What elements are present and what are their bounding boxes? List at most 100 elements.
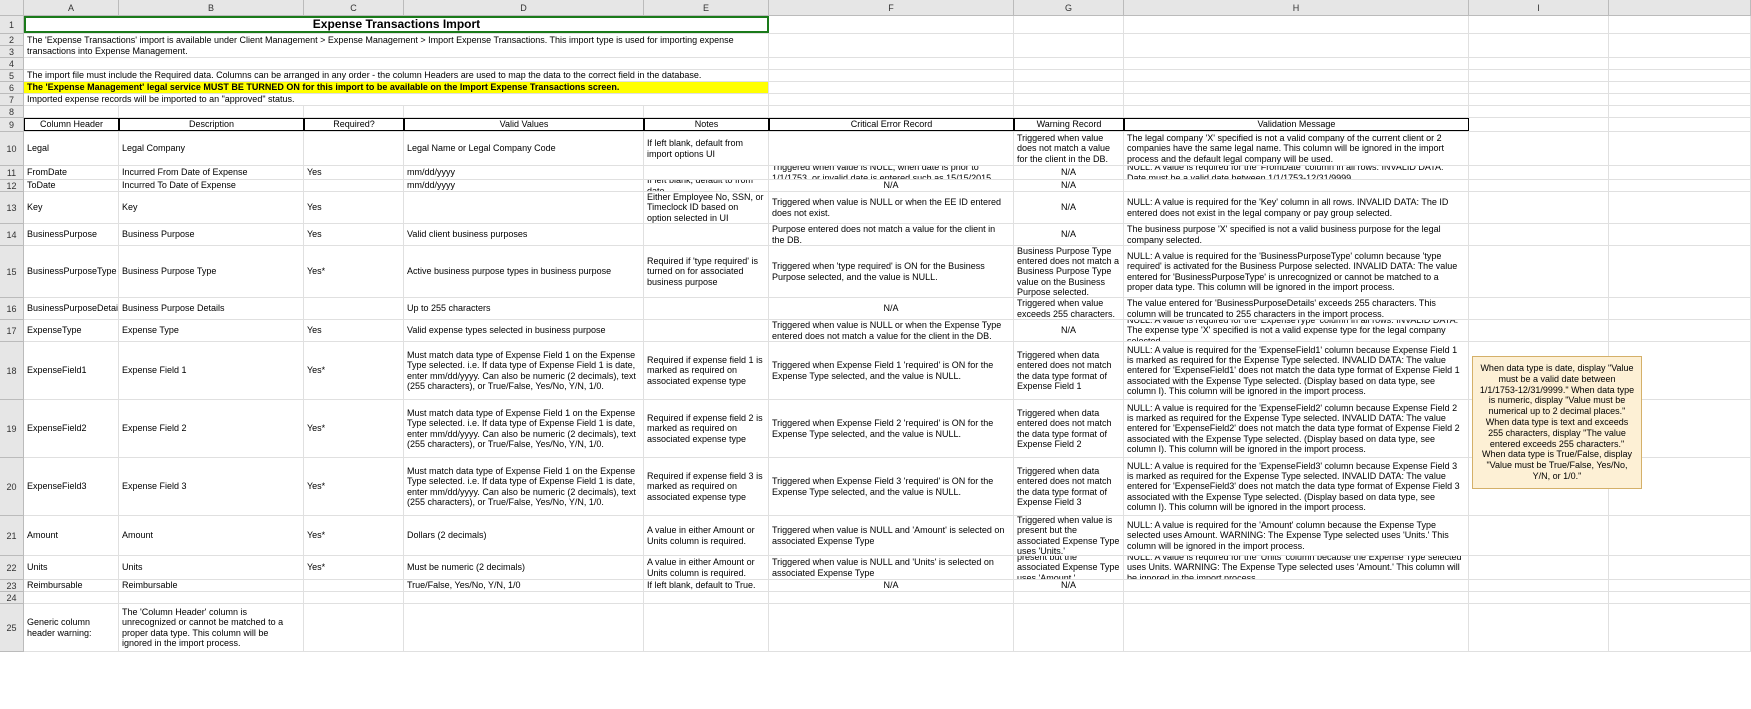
cell-H[interactable]: NULL: A value is required for the 'Expen… (1124, 342, 1469, 399)
cell[interactable] (1124, 82, 1469, 93)
cell-B[interactable]: Expense Field 1 (119, 342, 304, 399)
cell-F[interactable]: Triggered when Expense Field 1 'required… (769, 342, 1014, 399)
cell-E[interactable]: A value in either Amount or Units column… (644, 516, 769, 555)
cell[interactable] (119, 106, 304, 117)
cell-A[interactable] (24, 592, 119, 603)
title-cell[interactable]: Expense Transactions Import (24, 16, 769, 33)
cell[interactable] (1014, 34, 1124, 57)
cell[interactable] (1609, 34, 1751, 57)
cell-C[interactable]: Yes (304, 320, 404, 341)
cell-D[interactable] (404, 592, 644, 603)
cell-A[interactable]: BusinessPurposeType (24, 246, 119, 297)
cell-C[interactable]: Yes (304, 192, 404, 223)
cell[interactable] (769, 106, 1014, 117)
cell-D[interactable]: Legal Name or Legal Company Code (404, 132, 644, 165)
cell[interactable] (1469, 16, 1609, 33)
cell[interactable] (1609, 132, 1751, 165)
row-header-12[interactable]: 12 (0, 180, 23, 192)
cell[interactable] (1609, 592, 1751, 603)
cell-A[interactable]: Generic column header warning: (24, 604, 119, 651)
cell-G[interactable]: Triggered when value does not match a va… (1014, 132, 1124, 165)
cell[interactable] (404, 106, 644, 117)
cell-A[interactable]: ToDate (24, 180, 119, 191)
cell-C[interactable]: Yes* (304, 458, 404, 515)
cell-C[interactable] (304, 180, 404, 191)
intro-text-3-highlight[interactable]: The 'Expense Management' legal service M… (24, 82, 769, 93)
cell-A[interactable]: Units (24, 556, 119, 579)
cell-H[interactable] (1124, 180, 1469, 191)
cell-I[interactable] (1469, 192, 1609, 223)
cell[interactable] (1609, 516, 1751, 555)
cell-A[interactable]: BusinessPurposeDetails (24, 298, 119, 319)
cell[interactable] (1609, 118, 1751, 131)
hdr-validation-message[interactable]: Validation Message (1124, 118, 1469, 131)
cell-H[interactable]: The value entered for 'BusinessPurposeDe… (1124, 298, 1469, 319)
row-header-5[interactable]: 5 (0, 70, 23, 82)
cell-H[interactable]: NULL: A value is required for the 'Units… (1124, 556, 1469, 579)
cell-C[interactable] (304, 604, 404, 651)
row-header-6[interactable]: 6 (0, 82, 23, 94)
row-header-19[interactable]: 19 (0, 400, 23, 458)
cell-I[interactable] (1469, 592, 1609, 603)
cell[interactable] (1609, 604, 1751, 651)
cell-C[interactable]: Yes (304, 224, 404, 245)
cell[interactable] (1469, 70, 1609, 81)
cell-E[interactable]: A value in either Amount or Units column… (644, 556, 769, 579)
row-header-23[interactable]: 23 (0, 580, 23, 592)
col-header-C[interactable]: C (304, 0, 404, 15)
cell[interactable] (1469, 106, 1609, 117)
cell-B[interactable] (119, 592, 304, 603)
cell-I[interactable] (1469, 580, 1609, 591)
cell-A[interactable]: ExpenseField2 (24, 400, 119, 457)
cell-G[interactable]: N/A (1014, 192, 1124, 223)
hdr-description[interactable]: Description (119, 118, 304, 131)
cell-H[interactable]: The business purpose 'X' specified is no… (1124, 224, 1469, 245)
cell-A[interactable]: Amount (24, 516, 119, 555)
cell[interactable] (1609, 58, 1751, 69)
cell-B[interactable]: Expense Field 3 (119, 458, 304, 515)
cell-E[interactable]: If left blank, default from import optio… (644, 132, 769, 165)
cell-A[interactable]: ExpenseType (24, 320, 119, 341)
cell-G[interactable] (1014, 592, 1124, 603)
row-header-7[interactable]: 7 (0, 94, 23, 106)
cell-G[interactable]: Triggered when value exceeds 255 charact… (1014, 298, 1124, 319)
cell[interactable] (1014, 82, 1124, 93)
cell[interactable] (1124, 34, 1469, 57)
cell-I[interactable] (1469, 556, 1609, 579)
col-header-H[interactable]: H (1124, 0, 1469, 15)
cell[interactable] (1124, 58, 1469, 69)
cell-C[interactable]: Yes* (304, 516, 404, 555)
cell-D[interactable]: Active business purpose types in busines… (404, 246, 644, 297)
cell-I[interactable] (1469, 246, 1609, 297)
cell-E[interactable] (644, 298, 769, 319)
cell-G[interactable] (1014, 604, 1124, 651)
cell[interactable] (1014, 58, 1124, 69)
cell-A[interactable]: ExpenseField1 (24, 342, 119, 399)
cell-D[interactable] (404, 604, 644, 651)
cell-F[interactable] (769, 592, 1014, 603)
cell-E[interactable]: Required if expense field 1 is marked as… (644, 342, 769, 399)
cell[interactable] (24, 106, 119, 117)
cell-D[interactable]: Valid expense types selected in business… (404, 320, 644, 341)
cell-F[interactable] (769, 604, 1014, 651)
cell-B[interactable]: Units (119, 556, 304, 579)
cell-B[interactable]: Business Purpose Details (119, 298, 304, 319)
cell[interactable] (1609, 180, 1751, 191)
cell[interactable] (304, 106, 404, 117)
cell[interactable] (1609, 82, 1751, 93)
cell-D[interactable]: Must match data type of Expense Field 1 … (404, 342, 644, 399)
hdr-warning-record[interactable]: Warning Record (1014, 118, 1124, 131)
col-header-B[interactable]: B (119, 0, 304, 15)
intro-text-4[interactable]: Imported expense records will be importe… (24, 94, 769, 105)
cell[interactable] (1124, 70, 1469, 81)
cell[interactable] (769, 58, 1014, 69)
cell-C[interactable] (304, 580, 404, 591)
cell-B[interactable]: Expense Field 2 (119, 400, 304, 457)
cell[interactable] (1609, 106, 1751, 117)
cell-H[interactable] (1124, 592, 1469, 603)
cell-D[interactable]: True/False, Yes/No, Y/N, 1/0 (404, 580, 644, 591)
row-header-8[interactable]: 8 (0, 106, 23, 118)
cell[interactable] (1609, 70, 1751, 81)
row-header-3[interactable]: 3 (0, 46, 23, 58)
hdr-column-header[interactable]: Column Header (24, 118, 119, 131)
